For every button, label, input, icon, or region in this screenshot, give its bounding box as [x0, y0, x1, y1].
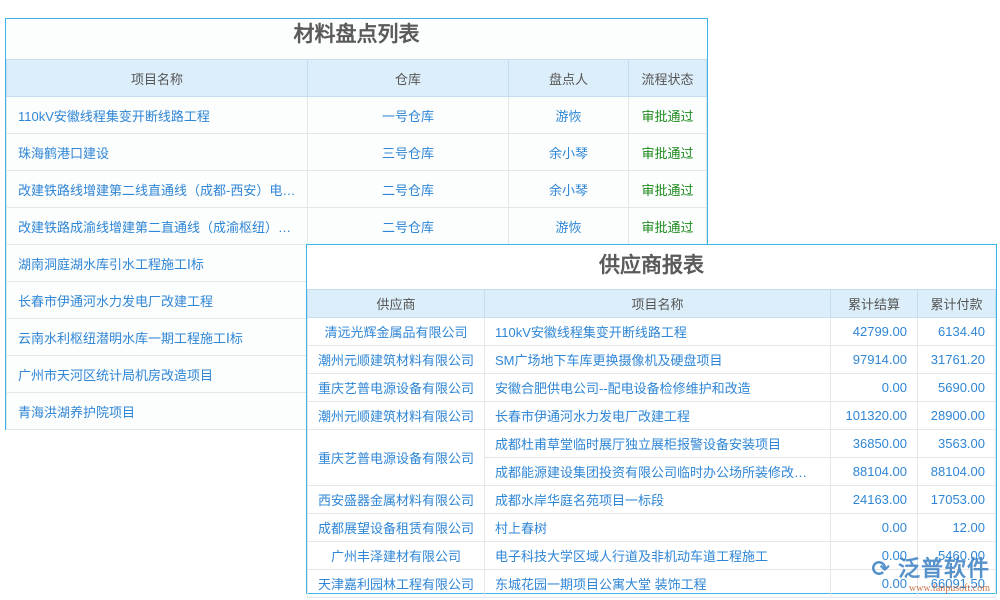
table-row[interactable]: 潮州元顺建筑材料有限公司SM广场地下车库更换摄像机及硬盘项目97914.0031…: [308, 346, 996, 374]
project-name-cell[interactable]: 成都水岸华庭名苑项目一标段: [485, 486, 831, 514]
project-name-cell[interactable]: 改建铁路成渝线增建第二直通线（成渝枢纽）…: [7, 208, 308, 245]
project-name-cell[interactable]: 广州市天河区统计局机房改造项目: [7, 356, 308, 393]
project-name-cell[interactable]: 成都杜甫草堂临时展厅独立展柜报警设备安装项目: [485, 430, 831, 458]
project-name-cell[interactable]: 长春市伊通河水力发电厂改建工程: [485, 402, 831, 430]
settled-amount-cell: 101320.00: [831, 402, 918, 430]
settled-amount-cell: 42799.00: [831, 318, 918, 346]
project-name-cell[interactable]: 110kV安徽线程集变开断线路工程: [485, 318, 831, 346]
project-name-cell[interactable]: 云南水利枢纽潜明水库一期工程施工Ⅰ标: [7, 319, 308, 356]
warehouse-cell: 三号仓库: [308, 134, 509, 171]
settled-amount-cell: 24163.00: [831, 486, 918, 514]
project-name-cell[interactable]: 110kV安徽线程集变开断线路工程: [7, 97, 308, 134]
project-name-cell[interactable]: 青海洪湖养护院项目: [7, 393, 308, 430]
column-header[interactable]: 盘点人: [509, 60, 629, 97]
column-header[interactable]: 项目名称: [485, 290, 831, 318]
warehouse-cell: 二号仓库: [308, 171, 509, 208]
supplier-cell[interactable]: 广州丰泽建材有限公司: [308, 542, 485, 570]
paid-amount-cell: 12.00: [918, 514, 996, 542]
inventory-title: 材料盘点列表: [6, 19, 707, 59]
watermark-logo: ⟳ 泛普软件 www.fanpusoft.com: [871, 551, 990, 594]
settled-amount-cell: 88104.00: [831, 458, 918, 486]
project-name-cell[interactable]: 成都能源建设集团投资有限公司临时办公场所装修改造工程EPC: [485, 458, 831, 486]
table-row[interactable]: 西安盛器金属材料有限公司成都水岸华庭名苑项目一标段24163.0017053.0…: [308, 486, 996, 514]
counter-cell: 游恢: [509, 208, 629, 245]
paid-amount-cell: 3563.00: [918, 430, 996, 458]
supplier-cell[interactable]: 潮州元顺建筑材料有限公司: [308, 402, 485, 430]
column-header[interactable]: 累计结算: [831, 290, 918, 318]
status-cell: 审批通过: [629, 208, 707, 245]
table-row[interactable]: 改建铁路线增建第二线直通线（成都-西安）电…二号仓库余小琴审批通过: [7, 171, 707, 208]
table-row[interactable]: 潮州元顺建筑材料有限公司长春市伊通河水力发电厂改建工程101320.002890…: [308, 402, 996, 430]
column-header[interactable]: 仓库: [308, 60, 509, 97]
settled-amount-cell: 0.00: [831, 514, 918, 542]
watermark-url: www.fanpusoft.com: [871, 583, 990, 594]
table-row[interactable]: 改建铁路成渝线增建第二直通线（成渝枢纽）…二号仓库游恢审批通过: [7, 208, 707, 245]
counter-cell: 游恢: [509, 97, 629, 134]
project-name-cell[interactable]: 安徽合肥供电公司--配电设备检修维护和改造: [485, 374, 831, 402]
paid-amount-cell: 31761.20: [918, 346, 996, 374]
warehouse-cell: 二号仓库: [308, 208, 509, 245]
project-name-cell[interactable]: 湖南洞庭湖水库引水工程施工Ⅰ标: [7, 245, 308, 282]
supplier-report-panel: 供应商报表 供应商项目名称累计结算累计付款清远光辉金属品有限公司110kV安徽线…: [306, 244, 997, 594]
settled-amount-cell: 97914.00: [831, 346, 918, 374]
supplier-cell[interactable]: 清远光辉金属品有限公司: [308, 318, 485, 346]
paid-amount-cell: 17053.00: [918, 486, 996, 514]
project-name-cell[interactable]: SM广场地下车库更换摄像机及硬盘项目: [485, 346, 831, 374]
project-name-cell[interactable]: 村上春树: [485, 514, 831, 542]
supplier-cell[interactable]: 潮州元顺建筑材料有限公司: [308, 346, 485, 374]
status-cell: 审批通过: [629, 134, 707, 171]
table-row[interactable]: 110kV安徽线程集变开断线路工程一号仓库游恢审批通过: [7, 97, 707, 134]
column-header[interactable]: 累计付款: [918, 290, 996, 318]
supplier-title: 供应商报表: [307, 245, 996, 289]
paid-amount-cell: 5690.00: [918, 374, 996, 402]
project-name-cell[interactable]: 电子科技大学区域人行道及非机动车道工程施工: [485, 542, 831, 570]
project-name-cell[interactable]: 东城花园一期项目公寓大堂 装饰工程: [485, 570, 831, 598]
table-row[interactable]: 重庆艺普电源设备有限公司安徽合肥供电公司--配电设备检修维护和改造0.00569…: [308, 374, 996, 402]
project-name-cell[interactable]: 改建铁路线增建第二线直通线（成都-西安）电…: [7, 171, 308, 208]
supplier-cell[interactable]: 成都展望设备租赁有限公司: [308, 514, 485, 542]
supplier-cell[interactable]: 天津嘉利园林工程有限公司: [308, 570, 485, 598]
status-cell: 审批通过: [629, 97, 707, 134]
project-name-cell[interactable]: 长春市伊通河水力发电厂改建工程: [7, 282, 308, 319]
table-row[interactable]: 成都展望设备租赁有限公司村上春树0.0012.00: [308, 514, 996, 542]
supplier-cell[interactable]: 重庆艺普电源设备有限公司: [308, 430, 485, 486]
paid-amount-cell: 88104.00: [918, 458, 996, 486]
table-row[interactable]: 清远光辉金属品有限公司110kV安徽线程集变开断线路工程42799.006134…: [308, 318, 996, 346]
table-row[interactable]: 重庆艺普电源设备有限公司成都杜甫草堂临时展厅独立展柜报警设备安装项目36850.…: [308, 430, 996, 458]
settled-amount-cell: 0.00: [831, 374, 918, 402]
column-header[interactable]: 项目名称: [7, 60, 308, 97]
column-header[interactable]: 供应商: [308, 290, 485, 318]
counter-cell: 余小琴: [509, 171, 629, 208]
paid-amount-cell: 28900.00: [918, 402, 996, 430]
settled-amount-cell: 36850.00: [831, 430, 918, 458]
column-header[interactable]: 流程状态: [629, 60, 707, 97]
status-cell: 审批通过: [629, 171, 707, 208]
watermark-brand: 泛普软件: [898, 556, 990, 581]
paid-amount-cell: 6134.40: [918, 318, 996, 346]
counter-cell: 余小琴: [509, 134, 629, 171]
table-row[interactable]: 珠海鹤港口建设三号仓库余小琴审批通过: [7, 134, 707, 171]
project-name-cell[interactable]: 珠海鹤港口建设: [7, 134, 308, 171]
supplier-cell[interactable]: 重庆艺普电源设备有限公司: [308, 374, 485, 402]
warehouse-cell: 一号仓库: [308, 97, 509, 134]
supplier-cell[interactable]: 西安盛器金属材料有限公司: [308, 486, 485, 514]
